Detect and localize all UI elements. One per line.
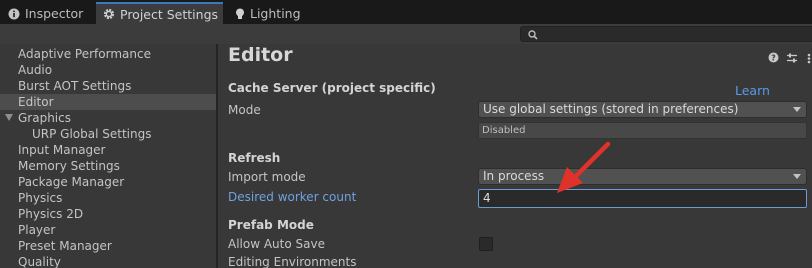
section-cache-server: Cache Server (project specific): [228, 81, 436, 95]
sidebar-item-player[interactable]: Player: [0, 222, 216, 238]
tab-lighting[interactable]: Lighting: [227, 3, 312, 24]
preset-sliders-icon[interactable]: [786, 52, 798, 67]
sidebar-item-memory-settings[interactable]: Memory Settings: [0, 158, 216, 174]
cache-status-box: Disabled: [478, 122, 807, 139]
sidebar-item-label: Input Manager: [18, 143, 106, 157]
tab-inspector[interactable]: Inspector: [6, 3, 94, 24]
sidebar-item-label: Audio: [18, 63, 53, 77]
gear-icon: [103, 8, 115, 20]
chevron-down-icon: [793, 174, 801, 179]
sidebar-item-label: Player: [18, 223, 56, 237]
tab-label: Project Settings: [120, 6, 219, 22]
tab-label: Inspector: [25, 6, 84, 21]
sidebar-item-label: Physics 2D: [18, 207, 84, 221]
sidebar-item-urp-global-settings[interactable]: URP Global Settings: [0, 126, 216, 142]
tab-bar: Inspector Project Settings Lighting: [0, 0, 812, 24]
svg-text:?: ?: [771, 54, 776, 63]
expand-arrow-icon[interactable]: [5, 114, 13, 121]
allow-auto-save-checkbox[interactable]: [479, 237, 493, 251]
more-options-icon[interactable]: [806, 52, 812, 67]
sidebar-item-physics-2d[interactable]: Physics 2D: [0, 206, 216, 222]
annotation-arrow-icon: [557, 141, 611, 193]
sidebar-item-label: Quality: [18, 255, 61, 268]
sidebar-item-quality[interactable]: Quality: [0, 254, 216, 268]
search-input[interactable]: [520, 26, 812, 42]
search-icon: [528, 29, 538, 43]
lightbulb-icon: [235, 8, 245, 20]
sidebar-item-label: Adaptive Performance: [18, 47, 151, 61]
sidebar-item-label: Burst AOT Settings: [18, 79, 132, 93]
sidebar-item-preset-manager[interactable]: Preset Manager: [0, 238, 216, 254]
sidebar-item-label: Graphics: [18, 111, 71, 125]
sidebar-item-burst-aot-settings[interactable]: Burst AOT Settings: [0, 78, 216, 94]
import-mode-label: Import mode: [228, 170, 306, 184]
section-prefab-mode: Prefab Mode: [228, 218, 314, 232]
page-title: Editor: [228, 44, 293, 66]
sidebar-item-label: Editor: [18, 95, 54, 109]
cache-status-text: Disabled: [482, 125, 526, 136]
sidebar-item-graphics[interactable]: Graphics: [0, 110, 216, 126]
import-mode-dropdown[interactable]: In process: [478, 168, 807, 185]
allow-auto-save-label: Allow Auto Save: [228, 237, 325, 251]
sidebar-item-package-manager[interactable]: Package Manager: [0, 174, 216, 190]
desired-worker-count-input[interactable]: 4: [478, 189, 807, 208]
mode-label: Mode: [228, 103, 261, 117]
chevron-down-icon: [793, 107, 801, 112]
editing-environments-label: Editing Environments: [228, 255, 357, 268]
help-icon[interactable]: ?: [768, 52, 779, 66]
sidebar-item-label: URP Global Settings: [32, 127, 152, 141]
tab-label: Lighting: [250, 6, 301, 21]
settings-sidebar: Adaptive Performance Audio Burst AOT Set…: [0, 44, 216, 268]
tab-project-settings[interactable]: Project Settings: [96, 2, 223, 24]
sidebar-item-editor[interactable]: Editor: [0, 94, 216, 110]
sidebar-item-physics[interactable]: Physics: [0, 190, 216, 206]
sidebar-item-label: Physics: [18, 191, 63, 205]
dropdown-value: In process: [483, 169, 545, 183]
sidebar-item-adaptive-performance[interactable]: Adaptive Performance: [0, 46, 216, 62]
sidebar-item-label: Memory Settings: [18, 159, 120, 173]
settings-main-panel: Editor ? Cache Server (project specific)…: [218, 44, 812, 268]
section-refresh: Refresh: [228, 151, 281, 165]
dropdown-value: Use global settings (stored in preferenc…: [483, 102, 739, 116]
desired-worker-count-label: Desired worker count: [228, 190, 357, 204]
sidebar-item-label: Preset Manager: [18, 239, 112, 253]
sidebar-item-input-manager[interactable]: Input Manager: [0, 142, 216, 158]
search-row: [0, 24, 812, 44]
cache-mode-dropdown[interactable]: Use global settings (stored in preferenc…: [478, 101, 807, 118]
sidebar-item-audio[interactable]: Audio: [0, 62, 216, 78]
info-icon: [8, 8, 20, 20]
sidebar-item-label: Package Manager: [18, 175, 125, 189]
